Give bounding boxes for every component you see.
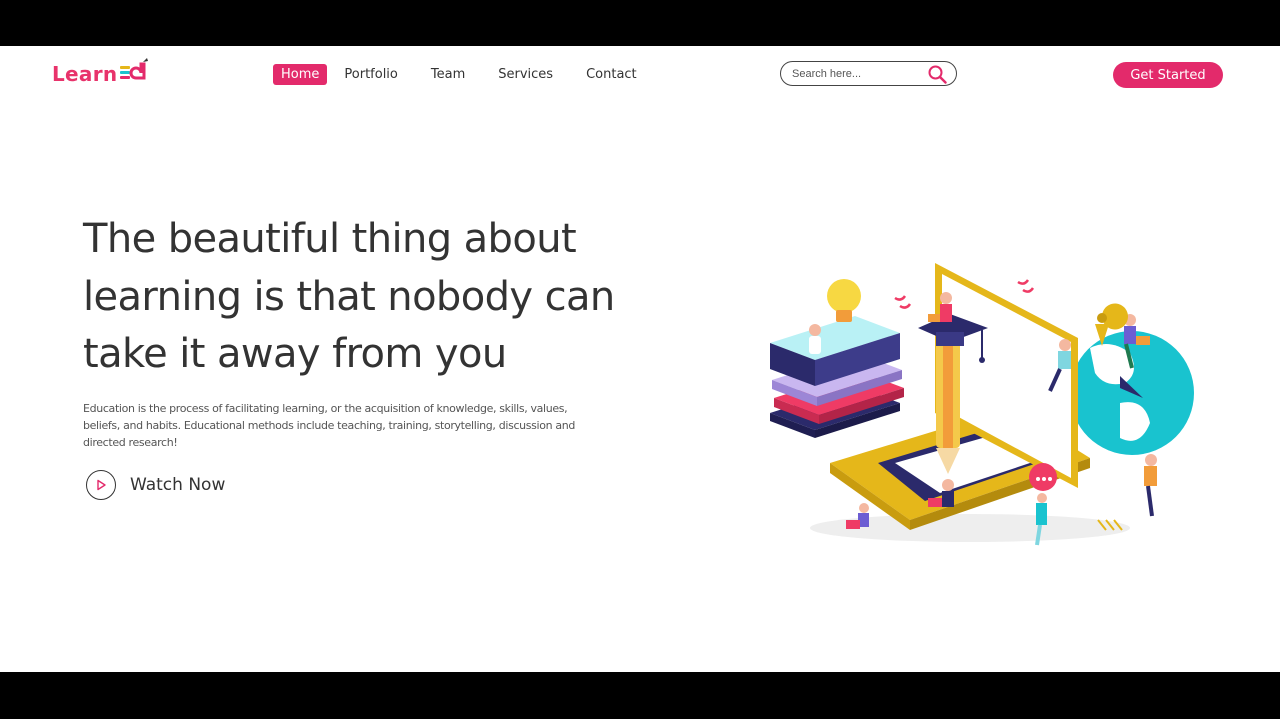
search-box [780, 61, 957, 86]
get-started-button[interactable]: Get Started [1113, 62, 1223, 88]
hero-description: Education is the process of facilitating… [83, 402, 576, 449]
brand-logo-mark-icon [118, 57, 150, 86]
brand-name: Learn [52, 62, 118, 86]
main-nav: Home Portfolio Team Services Contact [273, 64, 654, 85]
nav-item-portfolio[interactable]: Portfolio [336, 64, 405, 85]
watch-now-label: Watch Now [130, 475, 226, 495]
hero-illustration [760, 258, 1200, 563]
watch-now-button[interactable]: Watch Now [86, 470, 225, 500]
nav-item-services[interactable]: Services [490, 64, 561, 85]
search-input[interactable] [790, 66, 924, 81]
nav-item-contact[interactable]: Contact [578, 64, 645, 85]
nav-item-home[interactable]: Home [273, 64, 328, 85]
brand-logo[interactable]: Learn [52, 57, 150, 86]
search-icon[interactable] [928, 65, 947, 89]
page: Learn Home Portfolio Team Services Conta… [0, 46, 1280, 672]
hero-headline: The beautiful thing about learning is th… [83, 216, 615, 377]
play-icon [86, 470, 116, 500]
nav-item-team[interactable]: Team [423, 64, 473, 85]
